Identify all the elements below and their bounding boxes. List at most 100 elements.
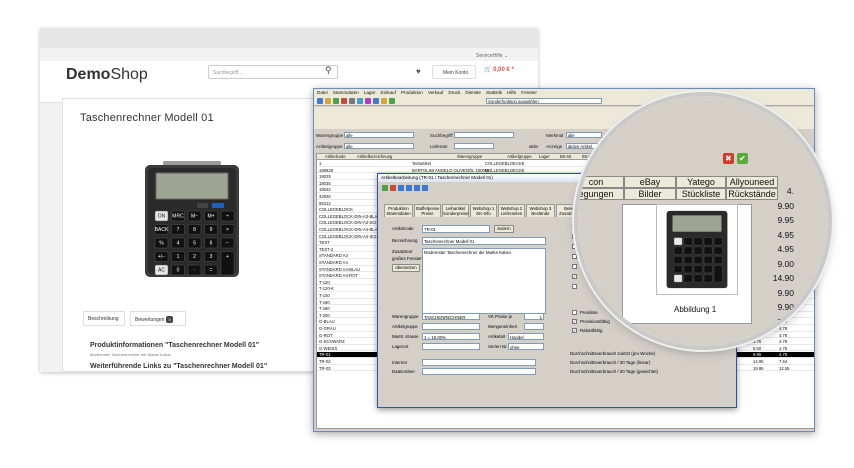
menu-einkauf[interactable]: Einkauf xyxy=(381,90,396,96)
product-photo-thumbnail[interactable] xyxy=(656,204,738,295)
tab-description[interactable]: Beschreibung xyxy=(83,311,125,326)
option-checkbox-1[interactable]: ✓ xyxy=(572,224,577,229)
next-record-icon[interactable] xyxy=(414,185,420,191)
search-icon[interactable]: ⚲ xyxy=(325,65,332,76)
search-input[interactable]: Suchbegriff... xyxy=(208,65,338,79)
save-icon[interactable] xyxy=(382,185,388,191)
calculator-key xyxy=(673,274,683,283)
warengruppe-select[interactable]: alle xyxy=(344,132,414,138)
warengruppe-label: Warengruppe xyxy=(392,314,419,319)
dialog-tab[interactable]: Produktion Stammdaten xyxy=(384,204,413,217)
zoomed-tab-bottom[interactable]: egungen xyxy=(578,188,624,200)
preisliste-checkbox[interactable] xyxy=(572,310,577,315)
save-icon[interactable] xyxy=(333,98,339,104)
internet-field[interactable] xyxy=(422,359,536,366)
menu-lager[interactable]: Lager xyxy=(364,90,376,96)
option-checkbox-4[interactable] xyxy=(572,254,577,259)
provision-checkbox[interactable]: ✓ xyxy=(572,319,577,324)
column-header[interactable]: Warengruppe xyxy=(457,154,482,159)
menu-dienste[interactable]: Dienste xyxy=(465,90,481,96)
menu-stammdaten[interactable]: Stammdaten xyxy=(333,90,359,96)
dateiordner-field[interactable] xyxy=(422,368,536,375)
copy-icon[interactable] xyxy=(373,98,379,104)
column-header[interactable]: Lager xyxy=(539,154,550,159)
calculator-key-label: 5 xyxy=(193,241,196,247)
suchbegriff-input[interactable] xyxy=(454,132,514,138)
column-header[interactable]: Artikelcode xyxy=(325,154,346,159)
cancel-icon[interactable] xyxy=(390,185,396,191)
zoomed-tab-top[interactable]: Yatego xyxy=(676,176,726,188)
dialog-tab[interactable]: Staffelpreise Preise xyxy=(414,204,441,217)
vk-preise-field[interactable]: 1 xyxy=(524,313,544,320)
artikelart-select[interactable]: Handel xyxy=(508,333,544,340)
mwst-select[interactable]: 1 = 19,00% xyxy=(422,333,480,340)
menu-statistik[interactable]: Statistik xyxy=(486,90,502,96)
zoomed-tab-bottom[interactable]: Bilder xyxy=(624,188,676,200)
option-checkbox-2[interactable]: ✓ xyxy=(572,234,577,239)
large-window-link[interactable]: großes Fenster xyxy=(392,256,422,261)
option-checkbox-5[interactable] xyxy=(572,264,577,269)
first-record-icon[interactable] xyxy=(398,185,404,191)
artikelgruppe-select[interactable]: alle xyxy=(344,143,414,149)
zoomed-tab-top[interactable]: con xyxy=(578,176,624,188)
option-checkbox-3[interactable] xyxy=(572,244,577,249)
cell-code: T-120 xyxy=(319,279,330,285)
option-checkbox-7[interactable] xyxy=(572,284,577,289)
open-icon[interactable] xyxy=(325,98,331,104)
new-icon[interactable] xyxy=(317,98,323,104)
dialog-tab[interactable]: Webshop 3 Bestände xyxy=(526,204,555,217)
search-icon[interactable] xyxy=(357,98,363,104)
delete-icon[interactable] xyxy=(341,98,347,104)
menu-druck[interactable]: Druck xyxy=(448,90,460,96)
menu-datei[interactable]: Datei xyxy=(317,90,328,96)
rabatt-checkbox[interactable]: ✓ xyxy=(572,328,577,333)
column-header[interactable]: Artikelgruppe xyxy=(507,154,532,159)
tab-reviews[interactable]: Bewertungen 0 xyxy=(130,311,186,326)
print-icon[interactable] xyxy=(349,98,355,104)
menu-hilfe[interactable]: Hilfe xyxy=(507,90,516,96)
close-icon[interactable]: ✖ xyxy=(723,153,734,164)
last-record-icon[interactable] xyxy=(422,185,428,191)
dialog-tab[interactable]: Leihartikel Sonderpreise xyxy=(442,204,469,217)
shop-logo[interactable]: DemoShop xyxy=(66,66,148,84)
cart-button[interactable]: 🛒 0,00 € * xyxy=(484,66,514,73)
warengruppe-select[interactable]: TASCHENRECHNER xyxy=(422,313,480,320)
refresh-icon[interactable] xyxy=(365,98,371,104)
column-header[interactable]: BS-Ist xyxy=(560,154,571,159)
my-account-button[interactable]: Mein Konto xyxy=(432,65,476,79)
calculator-key xyxy=(703,237,713,246)
export-icon[interactable] xyxy=(381,98,387,104)
aktiv-label[interactable]: aktiv xyxy=(529,144,538,149)
menu-verkauf[interactable]: Verkauf xyxy=(428,90,444,96)
cell-code: 32926 xyxy=(319,194,331,199)
zusatztext-area[interactable]: Modernster Taschenrechner der Marke Kals… xyxy=(422,248,546,314)
artikelgruppe-select[interactable] xyxy=(422,323,480,330)
confirm-icon[interactable]: ✔ xyxy=(737,153,748,164)
wishlist-heart-icon[interactable]: ♥ xyxy=(416,67,421,76)
translate-button[interactable]: übersetzen xyxy=(392,264,420,272)
tab-label-bottom: Lieferanten xyxy=(500,211,523,216)
prev-record-icon[interactable] xyxy=(406,185,412,191)
service-help-link[interactable]: ServiceHilfe ⌄ xyxy=(476,53,508,59)
calculator-key-label: − xyxy=(226,241,229,247)
menu-fenster[interactable]: Fenster xyxy=(521,90,537,96)
dialog-tab[interactable]: Webshop 2 Lieferanten xyxy=(498,204,525,217)
dialog-tab[interactable]: Webshop 1 EK-Info xyxy=(470,204,497,217)
zoomed-tab-bottom[interactable]: Stückliste xyxy=(676,188,726,200)
serien-select[interactable]: ohne xyxy=(508,343,544,350)
menu-produktion[interactable]: Produktion xyxy=(401,90,423,96)
dialog-toolbar xyxy=(382,185,428,191)
zoomed-tab-top[interactable]: eBay xyxy=(624,176,676,188)
change-code-button[interactable]: ändern xyxy=(494,225,514,233)
import-icon[interactable] xyxy=(389,98,395,104)
cell-code: 95312 xyxy=(319,200,331,206)
artikelcode-field[interactable]: TR-01 xyxy=(422,225,490,233)
option-checkbox-6[interactable]: ✓ xyxy=(572,274,577,279)
mengeneinheit-field[interactable] xyxy=(524,323,544,330)
lagerort-select[interactable] xyxy=(422,343,480,350)
bezeichnung-field[interactable]: Taschenrechner Modell 01 xyxy=(422,237,546,245)
column-header[interactable]: Artikelbezeichnung xyxy=(357,154,392,159)
lieferant-input[interactable] xyxy=(454,143,494,149)
calculator-key xyxy=(703,274,713,283)
composite-screenshot: ServiceHilfe ⌄ DemoShop Suchbegriff... ⚲… xyxy=(0,0,854,468)
